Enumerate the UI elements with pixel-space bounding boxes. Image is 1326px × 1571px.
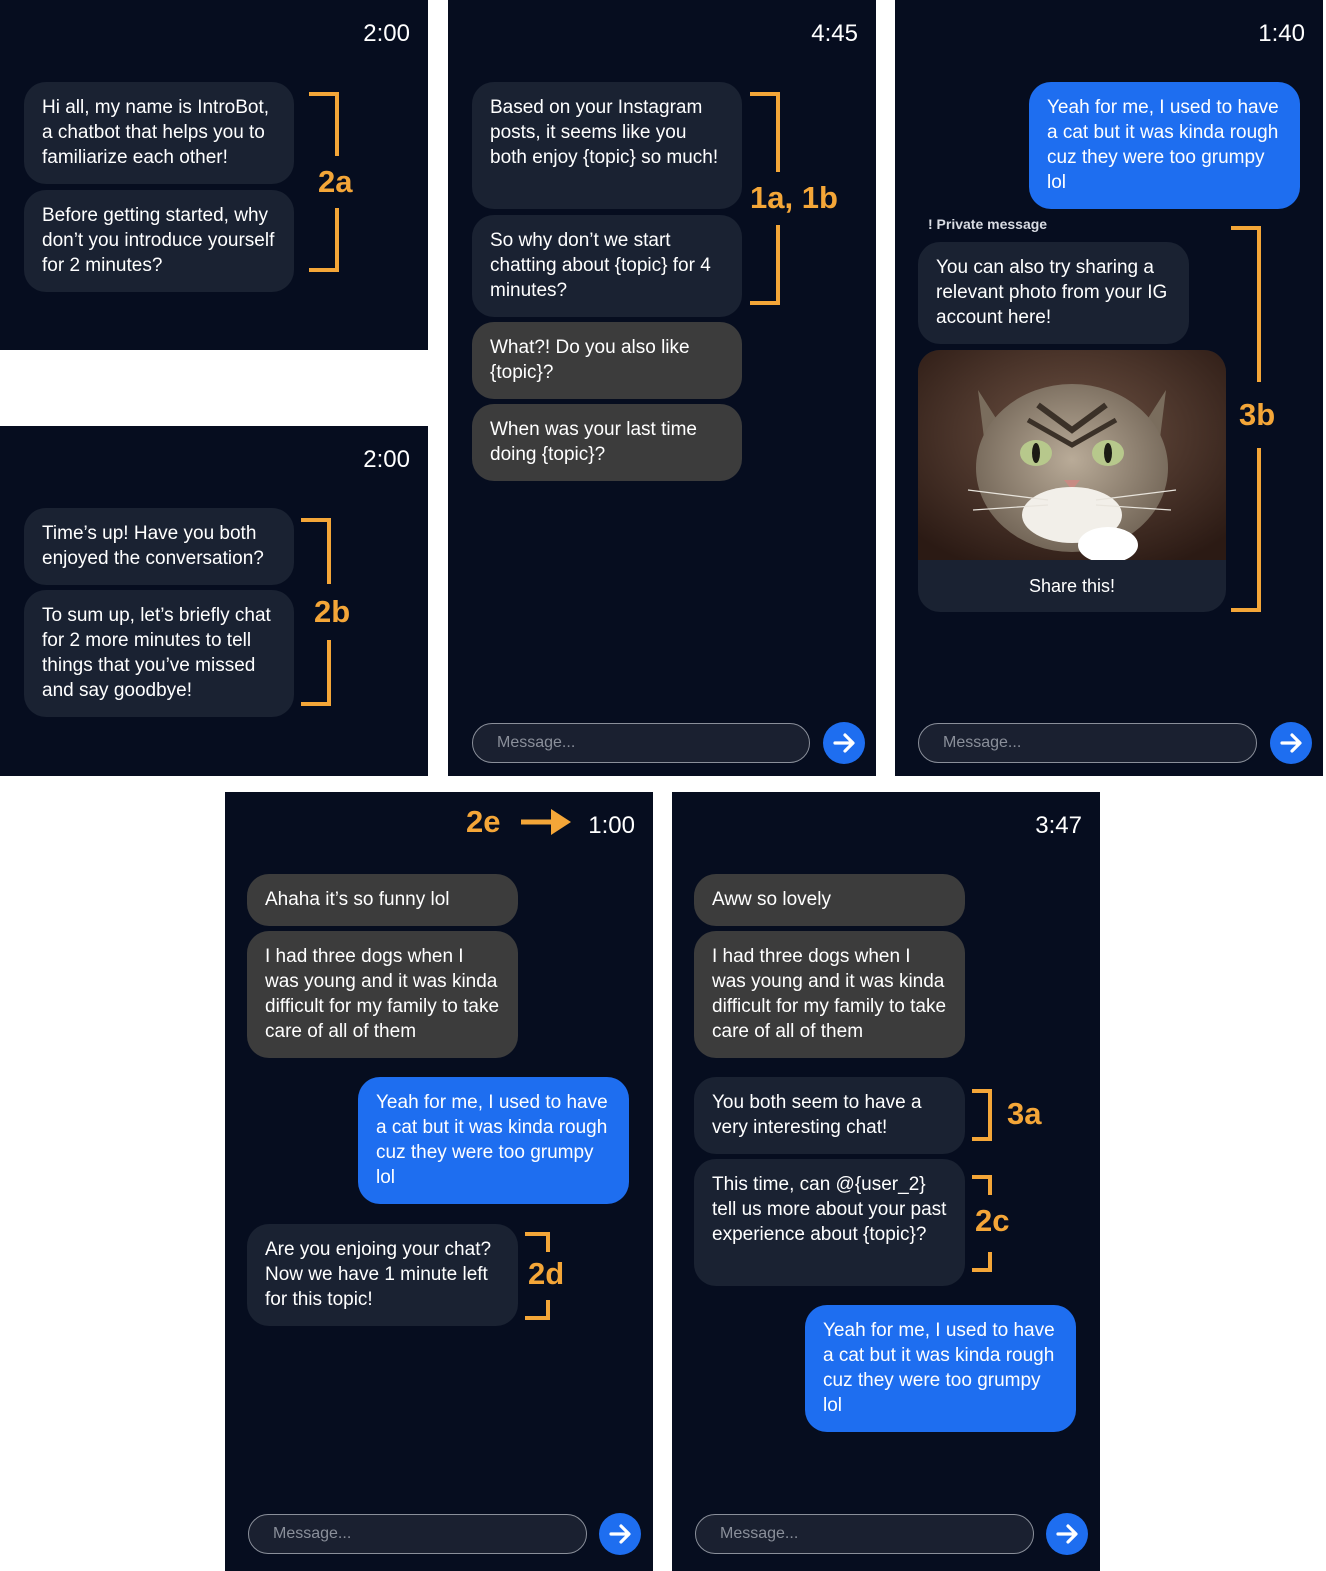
chat-panel-followup: 3:47 Aww so lovely I had three dogs when… (672, 792, 1100, 1571)
annotation-bracket (1231, 226, 1261, 382)
timer: 2:00 (363, 20, 410, 47)
chat-panel-photo: 1:40 Yeah for me, I used to have a cat b… (895, 0, 1323, 776)
message-input[interactable]: Message... (472, 723, 810, 763)
annotation-bracket (309, 92, 339, 156)
share-button[interactable]: Share this! (918, 560, 1226, 612)
annotation-label: 3a (1007, 1096, 1042, 1131)
annotation-bracket (525, 1232, 550, 1252)
annotation-bracket (309, 208, 339, 272)
send-button[interactable] (599, 1513, 641, 1555)
annotation-bracket (301, 640, 331, 706)
annotation-bracket (1231, 448, 1261, 612)
timer: 3:47 (1035, 812, 1082, 839)
annotation-label: 1a, 1b (750, 180, 838, 215)
user-message: I had three dogs when I was young and it… (247, 931, 518, 1058)
bot-message: Time’s up! Have you both enjoyed the con… (24, 508, 294, 585)
user-message: Aww so lovely (694, 874, 965, 926)
photo-share-card[interactable]: Share this! (918, 350, 1226, 612)
timer: 4:45 (811, 20, 858, 47)
annotation-label: 2c (975, 1203, 1010, 1238)
bot-message: Hi all, my name is IntroBot, a chatbot t… (24, 82, 294, 184)
annotation-bracket (525, 1300, 550, 1320)
send-button[interactable] (823, 722, 865, 764)
chat-panel-reminder: 1:00 2e Ahaha it’s so funny lol I had th… (225, 792, 653, 1571)
message-input[interactable]: Message... (248, 1514, 587, 1554)
chat-panel-intro: 2:00 Hi all, my name is IntroBot, a chat… (0, 0, 428, 350)
user-message: When was your last time doing {topic}? (472, 404, 742, 481)
timer: 2:00 (363, 446, 410, 473)
my-message: Yeah for me, I used to have a cat but it… (805, 1305, 1076, 1432)
annotation-bracket (750, 225, 780, 305)
arrow-right-icon (1056, 1524, 1078, 1544)
bot-message: You both seem to have a very interesting… (694, 1077, 965, 1154)
bot-message: Based on your Instagram posts, it seems … (472, 82, 742, 209)
annotation-bracket (750, 92, 780, 172)
send-button[interactable] (1046, 1513, 1088, 1555)
bot-message: So why don’t we start chatting about {to… (472, 215, 742, 317)
annotation-label: 2d (528, 1256, 565, 1291)
user-message: Ahaha it’s so funny lol (247, 874, 518, 926)
arrow-right-icon (833, 733, 855, 753)
arrow-right-icon (1280, 733, 1302, 753)
user-message: What?! Do you also like {topic}? (472, 322, 742, 399)
arrow-right-annotation-icon (521, 809, 571, 835)
arrow-right-icon (609, 1524, 631, 1544)
my-message: Yeah for me, I used to have a cat but it… (1029, 82, 1300, 209)
annotation-label: 2b (314, 594, 351, 629)
my-message: Yeah for me, I used to have a cat but it… (358, 1077, 629, 1204)
annotation-label: 2a (318, 164, 353, 199)
user-message: I had three dogs when I was young and it… (694, 931, 965, 1058)
timer: 1:40 (1258, 20, 1305, 47)
private-message-label: ! Private message (928, 216, 1048, 232)
message-input[interactable]: Message... (695, 1514, 1034, 1554)
annotation-bracket (972, 1175, 992, 1195)
bot-message: Are you enjoing your chat? Now we have 1… (247, 1224, 518, 1326)
bot-message: Before getting started, why don’t you in… (24, 190, 294, 292)
bot-message: To sum up, let’s briefly chat for 2 more… (24, 590, 294, 717)
annotation-bracket (972, 1252, 992, 1272)
annotation-bracket (301, 518, 331, 584)
chat-panel-wrapup: 2:00 Time’s up! Have you both enjoyed th… (0, 426, 428, 776)
annotation-label: 2e (466, 804, 501, 839)
annotation-label: 3b (1239, 397, 1276, 432)
cat-photo (918, 350, 1226, 560)
send-button[interactable] (1270, 722, 1312, 764)
timer: 1:00 (588, 812, 635, 839)
chat-panel-topic: 4:45 Based on your Instagram posts, it s… (448, 0, 876, 776)
annotation-bracket (972, 1089, 992, 1141)
bot-message: This time, can @{user_2} tell us more ab… (694, 1159, 965, 1286)
message-input[interactable]: Message... (918, 723, 1257, 763)
bot-message: You can also try sharing a relevant phot… (918, 242, 1189, 344)
